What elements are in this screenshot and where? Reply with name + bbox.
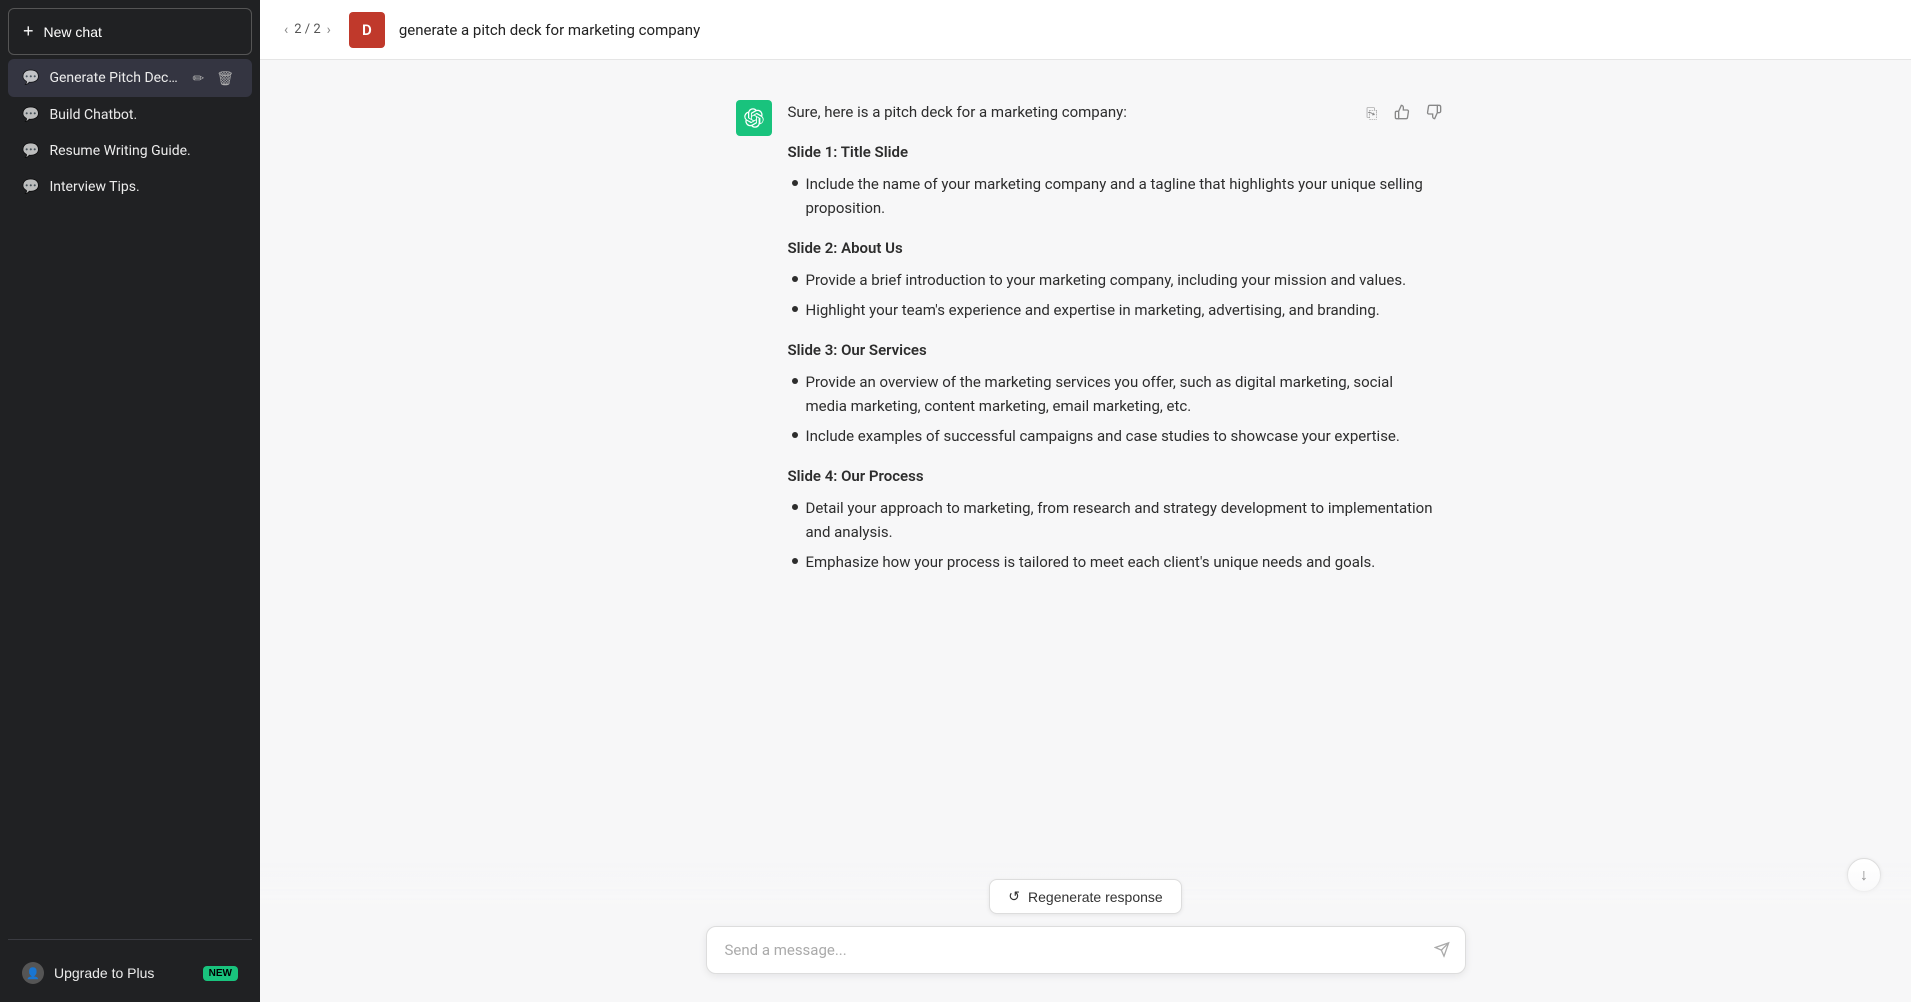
bullet-dot: [792, 180, 798, 186]
slide-3-heading: Slide 3: Our Services: [788, 338, 1436, 362]
sidebar-footer: 👤 Upgrade to Plus NEW: [8, 939, 252, 994]
bullet-item: Provide an overview of the marketing ser…: [788, 370, 1436, 418]
sidebar-item-label: Interview Tips.: [49, 179, 238, 195]
bullet-item: Detail your approach to marketing, from …: [788, 496, 1436, 544]
sidebar: + New chat 💬 Generate Pitch Deck. ✏ 🗑 💬 …: [0, 0, 260, 1002]
slide-1-heading: Slide 1: Title Slide: [788, 140, 1436, 164]
bullet-item: Include examples of successful campaigns…: [788, 424, 1436, 448]
sidebar-item-label: Generate Pitch Deck.: [49, 70, 178, 86]
bullet-item: Include the name of your marketing compa…: [788, 172, 1436, 220]
slide-2-bullets: Provide a brief introduction to your mar…: [788, 268, 1436, 322]
send-icon: [1434, 942, 1450, 962]
message-container: Sure, here is a pitch deck for a marketi…: [706, 80, 1466, 600]
sidebar-item-resume-writing-guide[interactable]: 💬 Resume Writing Guide.: [8, 133, 252, 169]
bullet-text: Include examples of successful campaigns…: [806, 424, 1400, 448]
sidebar-item-label: Build Chatbot.: [49, 107, 238, 123]
bullet-text: Emphasize how your process is tailored t…: [806, 550, 1376, 574]
message-wrapper: Sure, here is a pitch deck for a marketi…: [736, 100, 1436, 580]
nav-arrows: ‹ 2 / 2 ›: [280, 20, 335, 40]
bullet-dot: [792, 276, 798, 282]
bullet-item: Emphasize how your process is tailored t…: [788, 550, 1436, 574]
prev-arrow[interactable]: ‹: [280, 20, 292, 40]
new-chat-button[interactable]: + New chat: [8, 8, 252, 55]
bullet-dot: [792, 306, 798, 312]
send-button[interactable]: [1430, 938, 1454, 967]
slide-4-heading: Slide 4: Our Process: [788, 464, 1436, 488]
nav-counter: 2 / 2: [294, 22, 320, 37]
message-intro: Sure, here is a pitch deck for a marketi…: [788, 100, 1436, 124]
slide-4-bullets: Detail your approach to marketing, from …: [788, 496, 1436, 574]
chat-icon: 💬: [22, 179, 39, 195]
regenerate-icon: ↺: [1008, 888, 1020, 905]
bullet-dot: [792, 558, 798, 564]
sidebar-item-interview-tips[interactable]: 💬 Interview Tips.: [8, 169, 252, 205]
thumbsdown-button[interactable]: [1422, 100, 1446, 127]
delete-button[interactable]: 🗑: [212, 69, 238, 87]
message-content: Sure, here is a pitch deck for a marketi…: [788, 100, 1436, 580]
bullet-item: Highlight your team's experience and exp…: [788, 298, 1436, 322]
chat-icon: 💬: [22, 143, 39, 159]
bullet-item: Provide a brief introduction to your mar…: [788, 268, 1436, 292]
plus-icon: +: [23, 21, 34, 42]
new-chat-label: New chat: [44, 24, 102, 40]
copy-button[interactable]: ⎘: [1362, 100, 1381, 127]
message-actions: ⎘: [1362, 100, 1445, 127]
user-avatar: D: [349, 12, 385, 48]
main-content: ‹ 2 / 2 › D generate a pitch deck for ma…: [260, 0, 1911, 1002]
bullet-dot: [792, 504, 798, 510]
input-area: ↺ Regenerate response: [260, 863, 1911, 1002]
input-wrapper: [706, 926, 1466, 978]
header: ‹ 2 / 2 › D generate a pitch deck for ma…: [260, 0, 1911, 60]
edit-button[interactable]: ✏: [188, 69, 208, 87]
upgrade-button[interactable]: 👤 Upgrade to Plus NEW: [8, 952, 252, 994]
chat-icon: 💬: [22, 70, 39, 86]
slide-1-bullets: Include the name of your marketing compa…: [788, 172, 1436, 220]
regenerate-button[interactable]: ↺ Regenerate response: [989, 879, 1181, 914]
item-actions: ✏ 🗑: [188, 69, 238, 87]
bullet-text: Provide an overview of the marketing ser…: [806, 370, 1436, 418]
bullet-text: Provide a brief introduction to your mar…: [806, 268, 1407, 292]
header-title: generate a pitch deck for marketing comp…: [399, 21, 700, 39]
sidebar-item-build-chatbot[interactable]: 💬 Build Chatbot.: [8, 97, 252, 133]
bullet-dot: [792, 378, 798, 384]
bullet-dot: [792, 432, 798, 438]
user-icon: 👤: [22, 962, 44, 984]
chat-area[interactable]: Sure, here is a pitch deck for a marketi…: [260, 60, 1911, 1002]
next-arrow[interactable]: ›: [323, 20, 335, 40]
slide-2-heading: Slide 2: About Us: [788, 236, 1436, 260]
bullet-text: Detail your approach to marketing, from …: [806, 496, 1436, 544]
new-badge: NEW: [203, 966, 238, 981]
message-input[interactable]: [706, 926, 1466, 974]
chat-icon: 💬: [22, 107, 39, 123]
sidebar-item-label: Resume Writing Guide.: [49, 143, 238, 159]
upgrade-label: Upgrade to Plus: [54, 965, 154, 981]
ai-avatar: [736, 100, 772, 136]
bullet-text: Highlight your team's experience and exp…: [806, 298, 1380, 322]
slide-3-bullets: Provide an overview of the marketing ser…: [788, 370, 1436, 448]
regenerate-label: Regenerate response: [1028, 889, 1163, 905]
bullet-text: Include the name of your marketing compa…: [806, 172, 1436, 220]
sidebar-item-generate-pitch-deck[interactable]: 💬 Generate Pitch Deck. ✏ 🗑: [8, 59, 252, 97]
thumbsup-button[interactable]: [1390, 100, 1414, 127]
